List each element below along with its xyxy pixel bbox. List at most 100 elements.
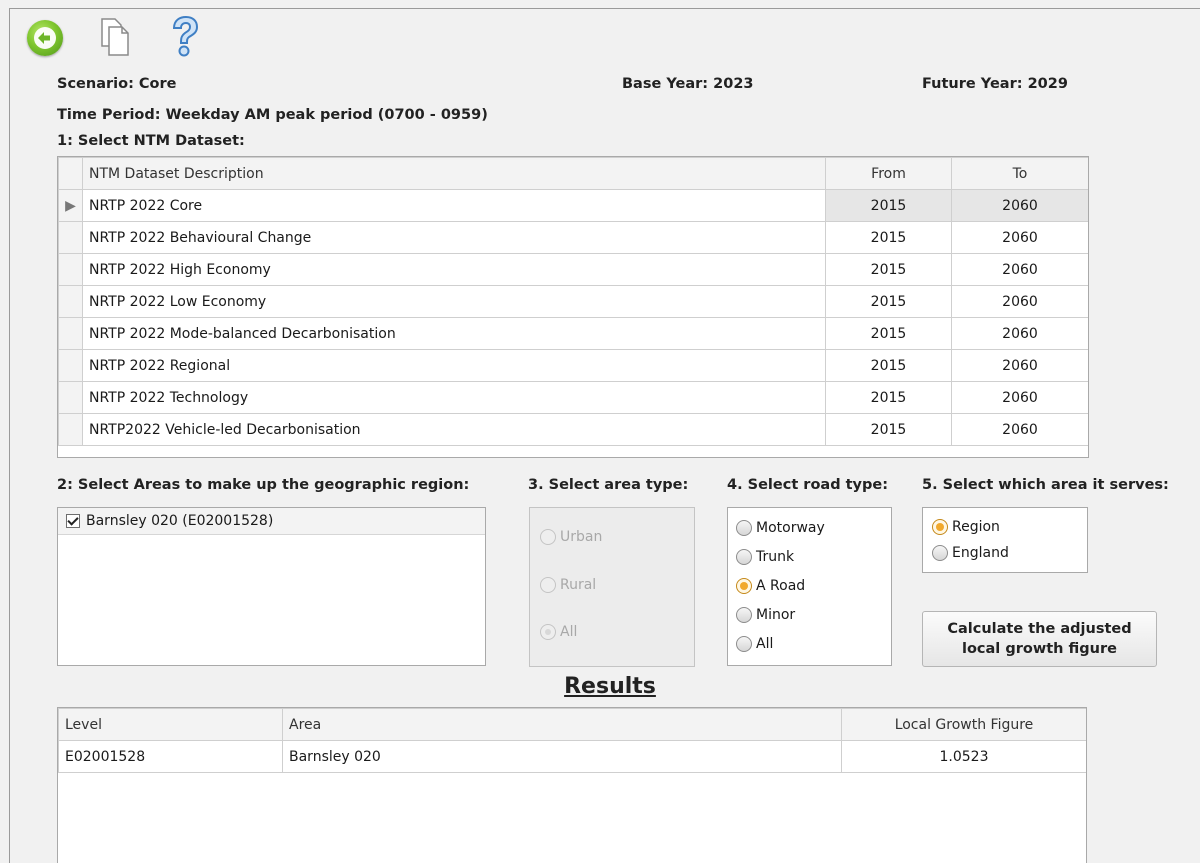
- back-arrow-icon[interactable]: [27, 20, 63, 56]
- dataset-from-cell[interactable]: 2015: [825, 349, 952, 382]
- area-type-group: Urban Rural All: [529, 507, 695, 667]
- dataset-from-cell[interactable]: 2015: [825, 381, 952, 414]
- dataset-from-cell[interactable]: 2015: [825, 253, 952, 286]
- row-indicator: [58, 381, 83, 414]
- serves-section-label: 5. Select which area it serves:: [922, 477, 1169, 493]
- area-type-option-all: All: [540, 624, 577, 640]
- dataset-from-cell[interactable]: 2015: [825, 285, 952, 318]
- table-row[interactable]: E02001528 Barnsley 020 1.0523: [58, 740, 1086, 773]
- dataset-to-cell[interactable]: 2060: [951, 317, 1088, 350]
- column-header-from[interactable]: From: [825, 157, 952, 190]
- dataset-from-cell[interactable]: 2015: [825, 189, 952, 222]
- help-question-icon[interactable]: [165, 14, 205, 60]
- results-title: Results: [564, 674, 656, 699]
- serves-option-region[interactable]: Region: [932, 519, 1000, 535]
- table-row[interactable]: NRTP 2022 Mode-balanced Decarbonisation …: [58, 317, 1088, 350]
- dataset-to-cell[interactable]: 2060: [951, 189, 1088, 222]
- radio-urban: [540, 529, 556, 545]
- table-row[interactable]: ▶ NRTP 2022 Core 2015 2060: [58, 189, 1088, 222]
- row-indicator: [58, 253, 83, 286]
- road-type-option-motorway[interactable]: Motorway: [736, 520, 825, 536]
- radio-minor[interactable]: [736, 607, 752, 623]
- radio-all-road-type[interactable]: [736, 636, 752, 652]
- table-row[interactable]: NRTP 2022 Low Economy 2015 2060: [58, 285, 1088, 318]
- road-type-section-label: 4. Select road type:: [727, 477, 889, 493]
- column-header-growth[interactable]: Local Growth Figure: [841, 708, 1086, 741]
- road-type-option-a-road[interactable]: A Road: [736, 578, 805, 594]
- row-indicator: [58, 317, 83, 350]
- row-indicator: [58, 413, 83, 446]
- dataset-from-cell[interactable]: 2015: [825, 221, 952, 254]
- result-growth-cell[interactable]: 1.0523: [841, 740, 1086, 773]
- table-row[interactable]: NRTP2022 Vehicle-led Decarbonisation 201…: [58, 413, 1088, 446]
- dataset-from-cell[interactable]: 2015: [825, 317, 952, 350]
- column-header-to[interactable]: To: [951, 157, 1088, 190]
- road-type-label-a-road: A Road: [756, 578, 806, 594]
- scenario-label: Scenario: Core: [57, 76, 177, 92]
- column-header-level[interactable]: Level: [58, 708, 283, 741]
- road-type-group: Motorway Trunk A Road Minor All: [727, 507, 892, 666]
- copy-document-icon[interactable]: [96, 16, 134, 58]
- calculate-button-line2: local growth figure: [962, 641, 1117, 657]
- table-row[interactable]: NRTP 2022 Behavioural Change 2015 2060: [58, 221, 1088, 254]
- radio-region[interactable]: [932, 519, 948, 535]
- base-year-label: Base Year: 2023: [622, 76, 754, 92]
- radio-rural: [540, 577, 556, 593]
- area-list-item[interactable]: Barnsley 020 (E02001528): [58, 508, 485, 535]
- road-type-option-all[interactable]: All: [736, 636, 773, 652]
- results-table: Level Area Local Growth Figure E02001528…: [58, 708, 1086, 773]
- row-selected-indicator-icon: ▶: [58, 189, 83, 222]
- calculate-button[interactable]: Calculate the adjusted local growth figu…: [922, 611, 1157, 667]
- area-type-label-all: All: [560, 624, 578, 640]
- dataset-description-cell[interactable]: NRTP 2022 Technology: [82, 381, 826, 414]
- dataset-description-cell[interactable]: NRTP 2022 High Economy: [82, 253, 826, 286]
- dataset-description-cell[interactable]: NRTP 2022 Low Economy: [82, 285, 826, 318]
- column-header-area[interactable]: Area: [282, 708, 842, 741]
- radio-trunk[interactable]: [736, 549, 752, 565]
- dataset-grid: NTM Dataset Description From To ▶ NRTP 2…: [57, 156, 1089, 458]
- row-indicator: [58, 285, 83, 318]
- dataset-to-cell[interactable]: 2060: [951, 253, 1088, 286]
- area-checkbox[interactable]: [66, 514, 80, 528]
- serves-option-england[interactable]: England: [932, 545, 1009, 561]
- calculate-button-line1: Calculate the adjusted: [947, 621, 1132, 637]
- dataset-to-cell[interactable]: 2060: [951, 221, 1088, 254]
- radio-england[interactable]: [932, 545, 948, 561]
- dataset-section-label: 1: Select NTM Dataset:: [57, 133, 245, 149]
- dataset-description-cell[interactable]: NRTP 2022 Behavioural Change: [82, 221, 826, 254]
- road-type-label-all: All: [756, 636, 774, 652]
- dataset-description-cell[interactable]: NRTP 2022 Core: [82, 189, 826, 222]
- table-row[interactable]: NRTP 2022 Technology 2015 2060: [58, 381, 1088, 414]
- area-type-section-label: 3. Select area type:: [528, 477, 689, 493]
- dataset-to-cell[interactable]: 2060: [951, 381, 1088, 414]
- result-area-cell[interactable]: Barnsley 020: [282, 740, 842, 773]
- areas-checklist[interactable]: Barnsley 020 (E02001528): [57, 507, 486, 666]
- serves-label-region: Region: [952, 519, 1000, 535]
- row-indicator: [58, 221, 83, 254]
- table-row[interactable]: NRTP 2022 High Economy 2015 2060: [58, 253, 1088, 286]
- results-grid: Level Area Local Growth Figure E02001528…: [57, 707, 1087, 863]
- areas-section-label: 2: Select Areas to make up the geographi…: [57, 477, 470, 493]
- dataset-to-cell[interactable]: 2060: [951, 349, 1088, 382]
- road-type-option-minor[interactable]: Minor: [736, 607, 795, 623]
- area-item-label: Barnsley 020 (E02001528): [86, 513, 274, 529]
- dataset-to-cell[interactable]: 2060: [951, 413, 1088, 446]
- radio-a-road[interactable]: [736, 578, 752, 594]
- dataset-from-cell[interactable]: 2015: [825, 413, 952, 446]
- area-type-option-rural: Rural: [540, 577, 596, 593]
- row-indicator-header: [58, 157, 83, 190]
- result-level-cell[interactable]: E02001528: [58, 740, 283, 773]
- area-type-label-rural: Rural: [560, 577, 597, 593]
- dataset-header-row: NTM Dataset Description From To: [58, 157, 1088, 190]
- road-type-label-minor: Minor: [756, 607, 796, 623]
- radio-motorway[interactable]: [736, 520, 752, 536]
- column-header-description[interactable]: NTM Dataset Description: [82, 157, 826, 190]
- area-type-option-urban: Urban: [540, 529, 602, 545]
- road-type-option-trunk[interactable]: Trunk: [736, 549, 794, 565]
- road-type-label-motorway: Motorway: [756, 520, 825, 536]
- dataset-description-cell[interactable]: NRTP2022 Vehicle-led Decarbonisation: [82, 413, 826, 446]
- dataset-description-cell[interactable]: NRTP 2022 Regional: [82, 349, 826, 382]
- dataset-description-cell[interactable]: NRTP 2022 Mode-balanced Decarbonisation: [82, 317, 826, 350]
- table-row[interactable]: NRTP 2022 Regional 2015 2060: [58, 349, 1088, 382]
- dataset-to-cell[interactable]: 2060: [951, 285, 1088, 318]
